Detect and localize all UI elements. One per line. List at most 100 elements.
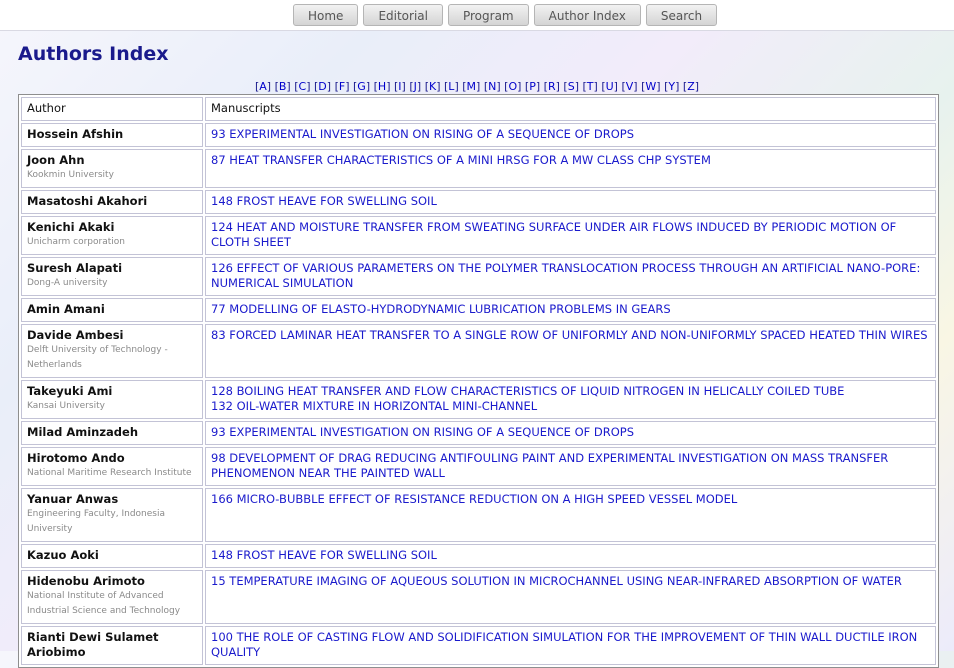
letter-link-l[interactable]: L — [448, 80, 454, 93]
letter-item: [I] — [394, 80, 406, 93]
letter-link-f[interactable]: F — [339, 80, 345, 93]
table-row: Masatoshi Akahori 148 FROST HEAVE FOR SWE… — [21, 190, 936, 214]
manuscript-link[interactable]: 93 EXPERIMENTAL INVESTIGATION ON RISING … — [211, 127, 930, 142]
letter-link-h[interactable]: H — [378, 80, 386, 93]
author-affiliation: Unicharm corporation — [27, 237, 125, 247]
letter-item: [W] — [641, 80, 661, 93]
letter-link-y[interactable]: Y — [668, 80, 675, 93]
letter-link-m[interactable]: M — [467, 80, 477, 93]
letter-link-s[interactable]: S — [568, 80, 575, 93]
author-affiliation: Kansai University — [27, 401, 105, 411]
author-name: Hossein Afshin — [27, 127, 124, 141]
nav-menu: Home Editorial Program Author Index Search — [293, 4, 722, 26]
letter-link-p[interactable]: P — [529, 80, 536, 93]
manuscript-link[interactable]: 126 EFFECT OF VARIOUS PARAMETERS ON THE … — [211, 261, 930, 291]
manuscript-link[interactable]: 132 OIL-WATER MIXTURE IN HORIZONTAL MINI… — [211, 399, 930, 414]
manuscript-link[interactable]: 128 BOILING HEAT TRANSFER AND FLOW CHARA… — [211, 384, 930, 399]
alphabet-index: [A] [B] [C] [D] [F] [G] [H] [I] [J] [K] … — [0, 80, 954, 93]
nav-button-editorial[interactable]: Editorial — [363, 4, 443, 26]
letter-link-r[interactable]: R — [548, 80, 556, 93]
letter-link-i[interactable]: I — [398, 80, 401, 93]
author-affiliation: National Maritime Research Institute — [27, 468, 192, 478]
manuscripts-cell: 128 BOILING HEAT TRANSFER AND FLOW CHARA… — [205, 380, 936, 419]
nav-button-search[interactable]: Search — [645, 4, 718, 26]
letter-link-u[interactable]: U — [606, 80, 614, 93]
letter-item: [U] — [601, 80, 618, 93]
author-name: Davide Ambesi — [27, 328, 124, 342]
author-cell: Yanuar Anwas Engineering Faculty, Indones… — [21, 488, 203, 542]
letter-item: [H] — [373, 80, 391, 93]
table-row: Rianti Dewi Sulamet Ariobimo 100 THE ROLE… — [21, 626, 936, 665]
author-cell: Joon Ahn Kookmin University — [21, 149, 203, 188]
author-name: Rianti Dewi Sulamet Ariobimo — [27, 630, 159, 659]
manuscript-link[interactable]: 166 MICRO-BUBBLE EFFECT OF RESISTANCE RE… — [211, 492, 930, 507]
letter-item: [D] — [314, 80, 332, 93]
manuscript-link[interactable]: 77 MODELLING OF ELASTO-HYDRODYNAMIC LUBR… — [211, 302, 930, 317]
author-name: Kenichi Akaki — [27, 220, 115, 234]
letter-item: [K] — [424, 80, 441, 93]
letter-link-g[interactable]: G — [357, 80, 366, 93]
letter-link-d[interactable]: D — [318, 80, 326, 93]
author-name: Hidenobu Arimoto — [27, 574, 145, 588]
letter-item: [O] — [504, 80, 522, 93]
manuscripts-cell: 93 EXPERIMENTAL INVESTIGATION ON RISING … — [205, 123, 936, 147]
manuscript-link[interactable]: 148 FROST HEAVE FOR SWELLING SOIL — [211, 548, 930, 563]
manuscript-link[interactable]: 15 TEMPERATURE IMAGING OF AQUEOUS SOLUTI… — [211, 574, 930, 589]
author-name: Amin Amani — [27, 302, 105, 316]
manuscript-link[interactable]: 87 HEAT TRANSFER CHARACTERISTICS OF A MI… — [211, 153, 930, 168]
letter-item: [N] — [483, 80, 501, 93]
letter-link-j[interactable]: J — [414, 80, 417, 93]
letter-link-o[interactable]: O — [508, 80, 517, 93]
author-cell: Davide Ambesi Delft University of Technol… — [21, 324, 203, 378]
manuscripts-cell: 148 FROST HEAVE FOR SWELLING SOIL — [205, 190, 936, 214]
letter-item: [F] — [334, 80, 350, 93]
author-name: Masatoshi Akahori — [27, 194, 148, 208]
authors-table: Author Manuscripts Hossein Afshin 93 EXPE… — [18, 94, 939, 668]
letter-link-c[interactable]: C — [299, 80, 307, 93]
author-name: Kazuo Aoki — [27, 548, 99, 562]
table-row: Hossein Afshin 93 EXPERIMENTAL INVESTIGAT… — [21, 123, 936, 147]
author-cell: Rianti Dewi Sulamet Ariobimo — [21, 626, 203, 665]
letter-item: [P] — [524, 80, 541, 93]
letter-item: [C] — [294, 80, 311, 93]
letter-item: [S] — [563, 80, 579, 93]
manuscript-link[interactable]: 98 DEVELOPMENT OF DRAG REDUCING ANTIFOUL… — [211, 451, 930, 481]
letter-link-a[interactable]: A — [259, 80, 267, 93]
letter-item: [V] — [621, 80, 638, 93]
letter-link-v[interactable]: V — [626, 80, 634, 93]
manuscript-link[interactable]: 100 THE ROLE OF CASTING FLOW AND SOLIDIF… — [211, 630, 930, 660]
letter-link-b[interactable]: B — [279, 80, 287, 93]
table-row: Milad Aminzadeh 93 EXPERIMENTAL INVESTIGA… — [21, 421, 936, 445]
table-row: Yanuar Anwas Engineering Faculty, Indones… — [21, 488, 936, 542]
nav-button-author-index[interactable]: Author Index — [533, 4, 641, 26]
letter-link-k[interactable]: K — [429, 80, 436, 93]
letter-link-z[interactable]: Z — [687, 80, 695, 93]
nav-button-home[interactable]: Home — [293, 4, 359, 26]
table-row: Kazuo Aoki 148 FROST HEAVE FOR SWELLING S… — [21, 544, 936, 568]
letter-link-w[interactable]: W — [645, 80, 656, 93]
author-affiliation: Kookmin University — [27, 170, 114, 180]
manuscripts-cell: 100 THE ROLE OF CASTING FLOW AND SOLIDIF… — [205, 626, 936, 665]
author-affiliation: National Institute of Advanced Industria… — [27, 591, 181, 616]
author-affiliation: Delft University of Technology - Netherl… — [27, 345, 168, 370]
table-header-row: Author Manuscripts — [21, 97, 936, 121]
manuscripts-cell: 148 FROST HEAVE FOR SWELLING SOIL — [205, 544, 936, 568]
letter-link-n[interactable]: N — [488, 80, 496, 93]
letter-link-t[interactable]: T — [587, 80, 594, 93]
author-name: Yanuar Anwas — [27, 492, 119, 506]
manuscript-link[interactable]: 83 FORCED LAMINAR HEAT TRANSFER TO A SIN… — [211, 328, 930, 343]
author-name: Milad Aminzadeh — [27, 425, 139, 439]
manuscripts-cell: 166 MICRO-BUBBLE EFFECT OF RESISTANCE RE… — [205, 488, 936, 542]
manuscript-link[interactable]: 93 EXPERIMENTAL INVESTIGATION ON RISING … — [211, 425, 930, 440]
author-name: Takeyuki Ami — [27, 384, 113, 398]
letter-item: [J] — [409, 80, 422, 93]
author-name: Hirotomo Ando — [27, 451, 125, 465]
author-affiliation: Dong-A university — [27, 278, 108, 288]
nav-button-program[interactable]: Program — [447, 4, 529, 26]
manuscripts-cell: 87 HEAT TRANSFER CHARACTERISTICS OF A MI… — [205, 149, 936, 188]
manuscript-link[interactable]: 124 HEAT AND MOISTURE TRANSFER FROM SWEA… — [211, 220, 930, 250]
manuscript-link[interactable]: 148 FROST HEAVE FOR SWELLING SOIL — [211, 194, 930, 209]
manuscripts-cell: 93 EXPERIMENTAL INVESTIGATION ON RISING … — [205, 421, 936, 445]
letter-item: [T] — [582, 80, 598, 93]
letter-item: [Y] — [664, 80, 680, 93]
